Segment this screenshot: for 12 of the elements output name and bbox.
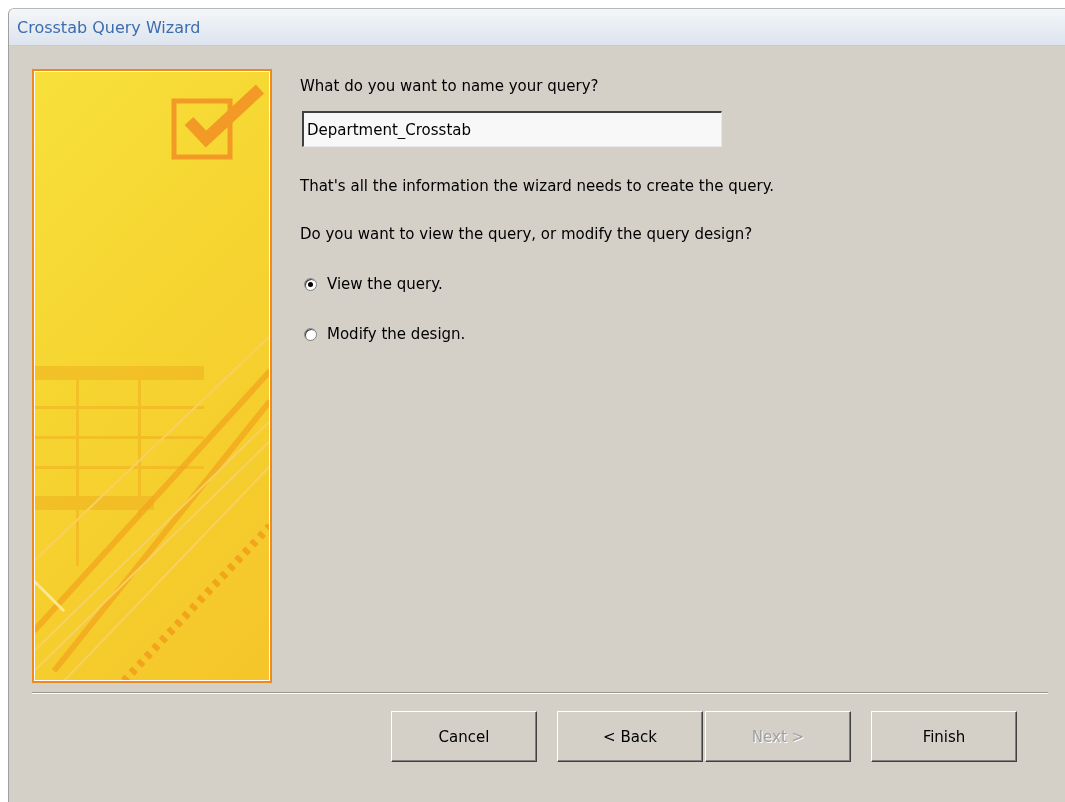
info-text: That's all the information the wizard needs to create the query. [300,177,775,195]
query-name-field[interactable]: Department_Crosstab [302,111,722,147]
question-text: Do you want to view the query, or modify the query design? [300,225,754,243]
radio-button[interactable] [304,327,317,341]
window-title: Crosstab Query Wizard [17,17,201,37]
name-prompt: What do you want to name your query? [300,77,600,95]
radio-label[interactable]: View the query. [327,275,443,293]
wizard-button[interactable]: < Back [557,711,703,762]
radio-label[interactable]: Modify the design. [327,325,466,343]
wizard-button[interactable]: Cancel [391,711,537,762]
radio-button[interactable] [304,277,317,291]
wizard-button[interactable]: Finish [871,711,1017,762]
